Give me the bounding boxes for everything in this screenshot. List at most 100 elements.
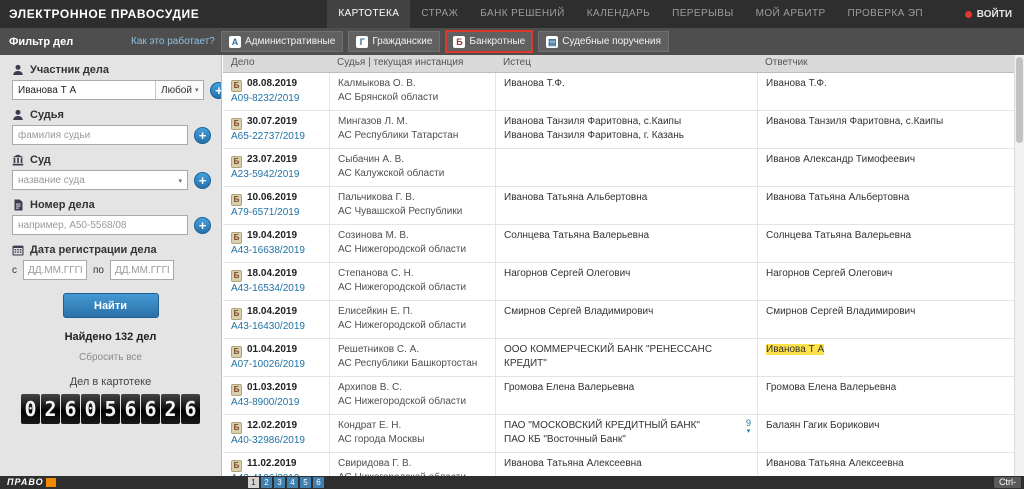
plaintiff-cell: Нагорнов Сергей Олегович: [495, 263, 757, 300]
court-row: название суда: [12, 170, 211, 190]
nav-item-pereryvy[interactable]: ПЕРЕРЫВЫ: [661, 0, 744, 28]
tab-letter-icon: А: [229, 36, 241, 48]
plaintiff-name: Иванова Татьяна Альбертовна: [504, 191, 749, 205]
case-number-row: [12, 215, 211, 235]
case-cell: Б 30.07.2019 А65-22737/2019: [223, 111, 329, 148]
court-name: АС города Москвы: [338, 433, 487, 447]
case-date: 23.07.2019: [247, 154, 297, 165]
more-parties-toggle[interactable]: 9▾: [746, 419, 751, 435]
scrollbar-thumb[interactable]: [1016, 57, 1023, 143]
counter-digit: 2: [41, 394, 60, 424]
page-button-3[interactable]: 3: [274, 477, 285, 488]
defendant-cell: Громова Елена Валерьевна: [757, 377, 1014, 414]
case-number-link[interactable]: А65-22737/2019: [231, 130, 305, 144]
table-row: Б18.04.2019А43-16430/2019Елисейкин Е. П.…: [223, 301, 1014, 339]
table-header: Дело Судья | текущая инстанция Истец Отв…: [223, 55, 1014, 73]
counter-digit: 0: [81, 394, 100, 424]
nav-item-proverka-ep[interactable]: ПРОВЕРКА ЭП: [837, 0, 934, 28]
tab-label: Гражданские: [372, 36, 432, 47]
plaintiff-cell: Иванова Танзиля Фаритовна, с.КаипыИванов…: [495, 111, 757, 148]
judge-section-label: Судья: [12, 109, 209, 121]
nav-item-kartoteka[interactable]: КАРТОТЕКА: [327, 0, 410, 28]
page-button-2[interactable]: 2: [261, 477, 272, 488]
tab-letter-icon: Б: [453, 36, 465, 48]
plaintiff-name: ПАО КБ "Восточный Банк": [504, 433, 749, 447]
case-number-link[interactable]: А09-8232/2019: [231, 92, 299, 106]
tab-civil[interactable]: Г Гражданские: [348, 31, 440, 52]
defendant-name: Иванова Т.Ф.: [766, 77, 1006, 91]
more-parties-count: 9: [746, 419, 751, 428]
defendant-cell: Нагорнов Сергей Олегович: [757, 263, 1014, 300]
court-building-icon: [12, 154, 24, 166]
tab-letter-icon: Г: [356, 36, 368, 48]
case-cell: Б12.02.2019А40-32986/2019: [223, 415, 329, 452]
defendant-cell: Иванова Татьяна Альбертовна: [757, 187, 1014, 224]
court-section-label: Суд: [12, 154, 209, 166]
page-button-5[interactable]: 5: [300, 477, 311, 488]
court-name: АС Чувашской Республики: [338, 205, 487, 219]
nav-item-bank-resheniy[interactable]: БАНК РЕШЕНИЙ: [469, 0, 575, 28]
nav-item-moy-arbitr[interactable]: МОЙ АРБИТР: [745, 0, 837, 28]
case-date: 30.07.2019: [247, 116, 297, 127]
counter-digit: 6: [61, 394, 80, 424]
judge-name: Решетников С. А.: [338, 343, 487, 357]
judge-input[interactable]: [12, 125, 188, 145]
how-it-works-link[interactable]: Как это работает?: [131, 36, 219, 47]
case-number-link[interactable]: А79-6571/2019: [231, 206, 299, 220]
page-button-6[interactable]: 6: [313, 477, 324, 488]
court-name: АС Брянской области: [338, 91, 487, 105]
court-select[interactable]: название суда: [12, 170, 188, 190]
add-court-button[interactable]: [194, 172, 211, 189]
scrollbar[interactable]: [1014, 55, 1024, 476]
nav-item-strazh[interactable]: СТРАЖ: [410, 0, 469, 28]
case-cell: Б08.08.2019А09-8232/2019: [223, 73, 329, 110]
bankruptcy-case-icon: Б: [231, 80, 242, 92]
case-number-link[interactable]: А40-32986/2019: [231, 434, 305, 448]
add-case-number-button[interactable]: [194, 217, 211, 234]
court-name: АС Республики Татарстан: [338, 129, 487, 143]
defendant-cell: Иванов Александр Тимофеевич: [757, 149, 1014, 186]
add-judge-button[interactable]: [194, 127, 211, 144]
case-cell: Б10.06.2019А79-6571/2019: [223, 187, 329, 224]
page-button-4[interactable]: 4: [287, 477, 298, 488]
case-number-link[interactable]: А43-16534/2019: [231, 282, 305, 296]
participant-section-label: Участник дела: [12, 64, 209, 76]
case-number-link[interactable]: А23-5942/2019: [231, 168, 299, 182]
date-to-input[interactable]: [110, 260, 174, 280]
judge-row: [12, 125, 211, 145]
case-number-link[interactable]: А43-16638/2019: [231, 244, 305, 258]
add-participant-button[interactable]: [210, 82, 222, 99]
plaintiff-name: Иванова Т.Ф.: [504, 77, 749, 91]
bankruptcy-case-icon: Б: [231, 118, 242, 130]
case-number-link[interactable]: А43-8900/2019: [231, 396, 299, 410]
plaintiff-name: Смирнов Сергей Владимирович: [504, 305, 749, 319]
logo-badge-icon: [46, 478, 56, 487]
defendant-name: Балаян Гагик Борикович: [766, 419, 1006, 433]
participant-input[interactable]: [13, 81, 155, 99]
plaintiff-cell: Иванова Т.Ф.: [495, 73, 757, 110]
reset-all-link[interactable]: Сбросить все: [0, 352, 221, 363]
plaintiff-cell: Смирнов Сергей Владимирович: [495, 301, 757, 338]
judge-name: Сыбачин А. В.: [338, 153, 487, 167]
date-from-input[interactable]: [23, 260, 87, 280]
participant-role-select[interactable]: Любой ▾: [155, 81, 203, 99]
court-name: АС Нижегородской области: [338, 281, 487, 295]
judge-name: Созинова М. В.: [338, 229, 487, 243]
bankruptcy-case-icon: Б: [231, 422, 242, 434]
page-button-1[interactable]: 1: [248, 477, 259, 488]
date-from-label: с: [12, 265, 17, 276]
nav-item-kalendar[interactable]: КАЛЕНДАРЬ: [576, 0, 661, 28]
case-cell: Б11.02.2019А43-4106/2019: [223, 453, 329, 476]
search-button[interactable]: Найти: [63, 293, 159, 318]
tab-administrative[interactable]: ААдминистративные: [221, 31, 343, 52]
defendant-name: Иванов Александр Тимофеевич: [766, 153, 1006, 167]
defendant-name: Иванова Танзиля Фаритовна, с.Каипы: [766, 115, 1006, 129]
tab-court-orders[interactable]: ▤Судебные поручения: [538, 31, 669, 52]
defendant-cell: Солнцева Татьяна Валерьевна: [757, 225, 1014, 262]
case-number-link[interactable]: А43-16430/2019: [231, 320, 305, 334]
defendant-cell: Иванова Танзиля Фаритовна, с.Каипы: [757, 111, 1014, 148]
case-number-link[interactable]: А07-10026/2019: [231, 358, 305, 372]
tab-bankruptcy[interactable]: ББанкротные: [445, 30, 533, 53]
login-button[interactable]: ВОЙТИ: [965, 9, 1012, 20]
case-number-input[interactable]: [12, 215, 188, 235]
